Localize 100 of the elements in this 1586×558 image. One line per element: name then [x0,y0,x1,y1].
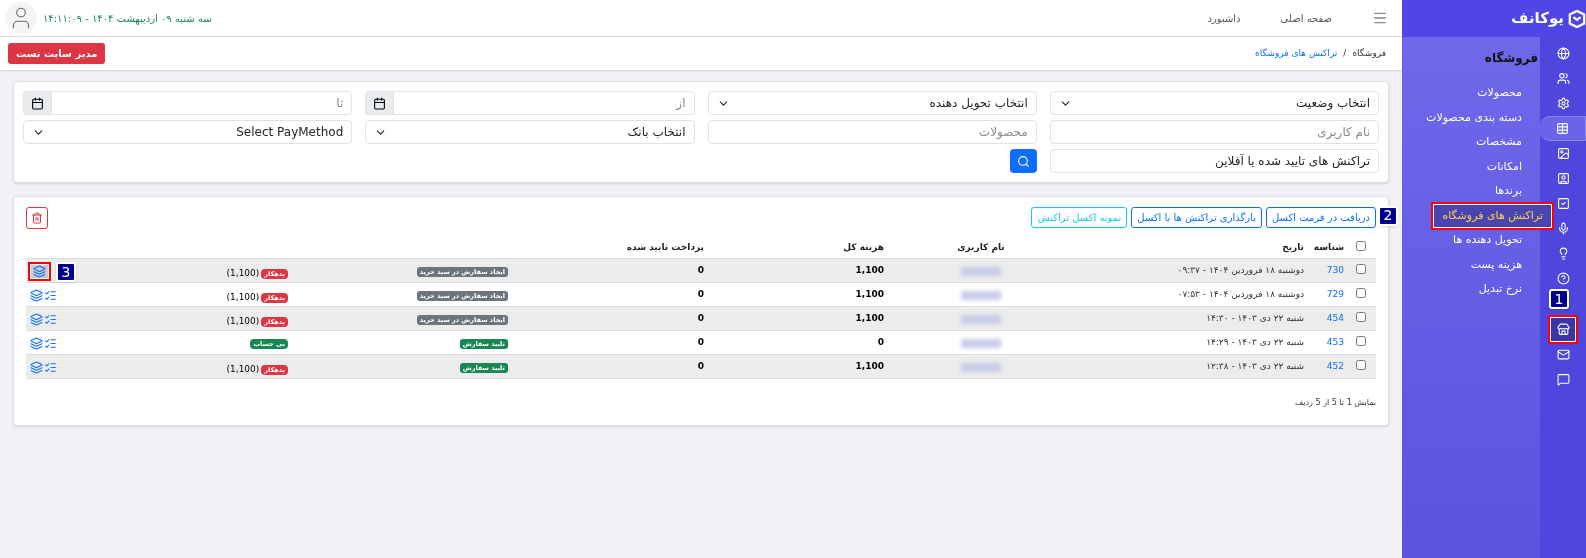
total-cell-text: 1,100 [854,264,885,277]
mail-icon [1556,348,1570,361]
users-icon [1556,72,1570,85]
callout-number: 3 [56,262,76,282]
input-field[interactable]: تراکنش های تایید شده یا آفلاین [1049,149,1379,173]
sidebar-icon-button[interactable] [1540,116,1586,141]
amount-text: (1,100) [226,267,260,280]
logo-text: یوکانف [1511,8,1564,30]
column-header: تاریخ [1281,241,1305,255]
nav-link[interactable]: داشبورد [1207,10,1241,26]
breadcrumb-item: / [1343,46,1347,60]
select-field[interactable]: انتخاب وضعیت [1049,91,1379,115]
store-icon [1556,323,1570,336]
menu-item[interactable]: برندها [1494,183,1522,200]
layers-icon[interactable] [30,312,43,326]
nav-link[interactable]: صفحه اصلی [1280,10,1332,26]
id-link[interactable]: 453 [1326,337,1344,347]
layers-icon[interactable] [30,360,43,374]
date-field[interactable]: از [393,91,695,115]
id-link[interactable]: 729 [1326,289,1344,299]
callout-number: 1 [1549,289,1569,309]
select-field[interactable]: انتخاب تحویل دهنده [707,91,1037,115]
select-field[interactable]: انتخاب بانک [365,120,695,144]
id-link[interactable]: 452 [1326,361,1344,371]
date-cell-text: دوشنبه ۱۸ فروردین ۱۴۰۴ - ۰۷:۵۳ [1176,288,1305,301]
column-header: نام کاربری [956,241,1006,255]
paid-cell-text: 0 [696,264,705,277]
menu-item[interactable]: مشخصات [1475,134,1522,151]
row-checkbox[interactable] [1356,312,1366,322]
column-header: پرداخت تایید شده [625,241,705,254]
layers-icon[interactable] [33,264,46,278]
select-field[interactable]: Select PayMethod [23,120,353,144]
blurred-username [961,339,1001,348]
table-icon [1556,122,1569,135]
input-field[interactable]: نام کاربری [1049,120,1379,144]
paid-cell-text: 0 [696,288,705,301]
menu-item[interactable]: محصولات [1477,85,1522,102]
total-cell-text: 0 [876,336,885,349]
menu-item[interactable]: تحویل دهنده ها [1453,232,1522,249]
total-cell-text: 1,100 [854,312,885,325]
id-link[interactable]: 730 [1326,265,1344,275]
microphone-icon [1556,222,1570,235]
calendar-button[interactable] [365,91,394,115]
blurred-username [961,267,1001,276]
date-field[interactable]: تا [51,91,353,115]
trash-icon [31,212,43,224]
column-header: شناسه [1312,241,1345,254]
date-cell-text: دوشنبه ۱۸ فروردین ۱۴۰۴ - ۰۹:۳۷ [1176,264,1305,277]
check-square-icon [1556,197,1570,210]
menu-item[interactable]: امکانات [1486,158,1522,175]
menu-icon[interactable] [1372,10,1388,26]
gear-icon [1556,97,1570,110]
section-title: فروشگاه [1483,50,1539,67]
row-checkbox[interactable] [1356,264,1366,274]
date-cell-text: شنبه ۲۲ دی ۱۴۰۳ - ۱۴:۳۰ [1205,312,1305,325]
id-link[interactable]: 454 [1326,313,1344,323]
calendar-icon [31,96,44,110]
column-header: هزینه کل [842,241,885,255]
row-checkbox[interactable] [1356,288,1366,298]
row-checkbox[interactable] [1356,336,1366,346]
help-icon [1556,272,1570,285]
paid-cell-text: 0 [696,360,705,373]
user-button[interactable]: مدیر سایت تست [8,43,106,64]
layers-icon[interactable] [30,288,43,302]
amount-text: (1,100) [226,315,260,328]
delete-button[interactable] [26,207,48,229]
row-checkbox[interactable] [1356,360,1366,370]
amount-text: (1,100) [226,291,260,304]
menu-item[interactable]: هزینه پست [1470,256,1522,273]
action-button[interactable]: بارگذاری تراکنش ها با اکسل [1131,207,1262,228]
calendar-button[interactable] [23,91,51,115]
blurred-username [961,363,1001,372]
blurred-username [961,315,1001,324]
date-time: سه شنبه ۰۹ اردیبهشت ۱۴۰۴ - ۱۴:۱۱:۰۹ [43,11,212,26]
details-icon[interactable] [44,288,57,302]
total-cell-text: 1,100 [854,288,885,301]
search-button[interactable] [1009,149,1037,173]
menu-item[interactable]: تراکنش های فروشگاه [1433,203,1552,228]
logo-icon [1568,9,1586,28]
layers-icon[interactable] [30,336,43,350]
globe-icon [1556,47,1570,60]
image-icon [1556,147,1570,160]
select-all-checkbox[interactable] [1356,241,1366,251]
pagination-info: نمایش 1 تا 5 از 5 ردیف [1294,397,1376,409]
total-cell-text: 1,100 [854,360,885,373]
details-icon[interactable] [44,312,57,326]
menu-item[interactable]: دسته بندی محصولات [1426,109,1522,126]
date-cell-text: شنبه ۲۲ دی ۱۴۰۳ - ۱۲:۳۸ [1205,360,1305,373]
details-icon[interactable] [44,336,57,350]
calendar-icon [373,96,387,110]
details-icon[interactable] [44,360,57,374]
action-button[interactable]: دریافت در فرمت اکسل [1265,207,1376,228]
paid-cell-text: 0 [696,336,705,349]
breadcrumb-item[interactable]: فروشگاه [1352,46,1386,61]
input-field[interactable]: محصولات [707,120,1037,144]
menu-item[interactable]: نرخ تبدیل [1478,281,1522,298]
date-cell-text: شنبه ۲۲ دی ۱۴۰۳ - ۱۴:۲۹ [1205,336,1305,349]
avatar[interactable] [5,2,37,34]
callout-number: 2 [1378,205,1398,226]
amount-text: (1,100) [226,363,260,376]
